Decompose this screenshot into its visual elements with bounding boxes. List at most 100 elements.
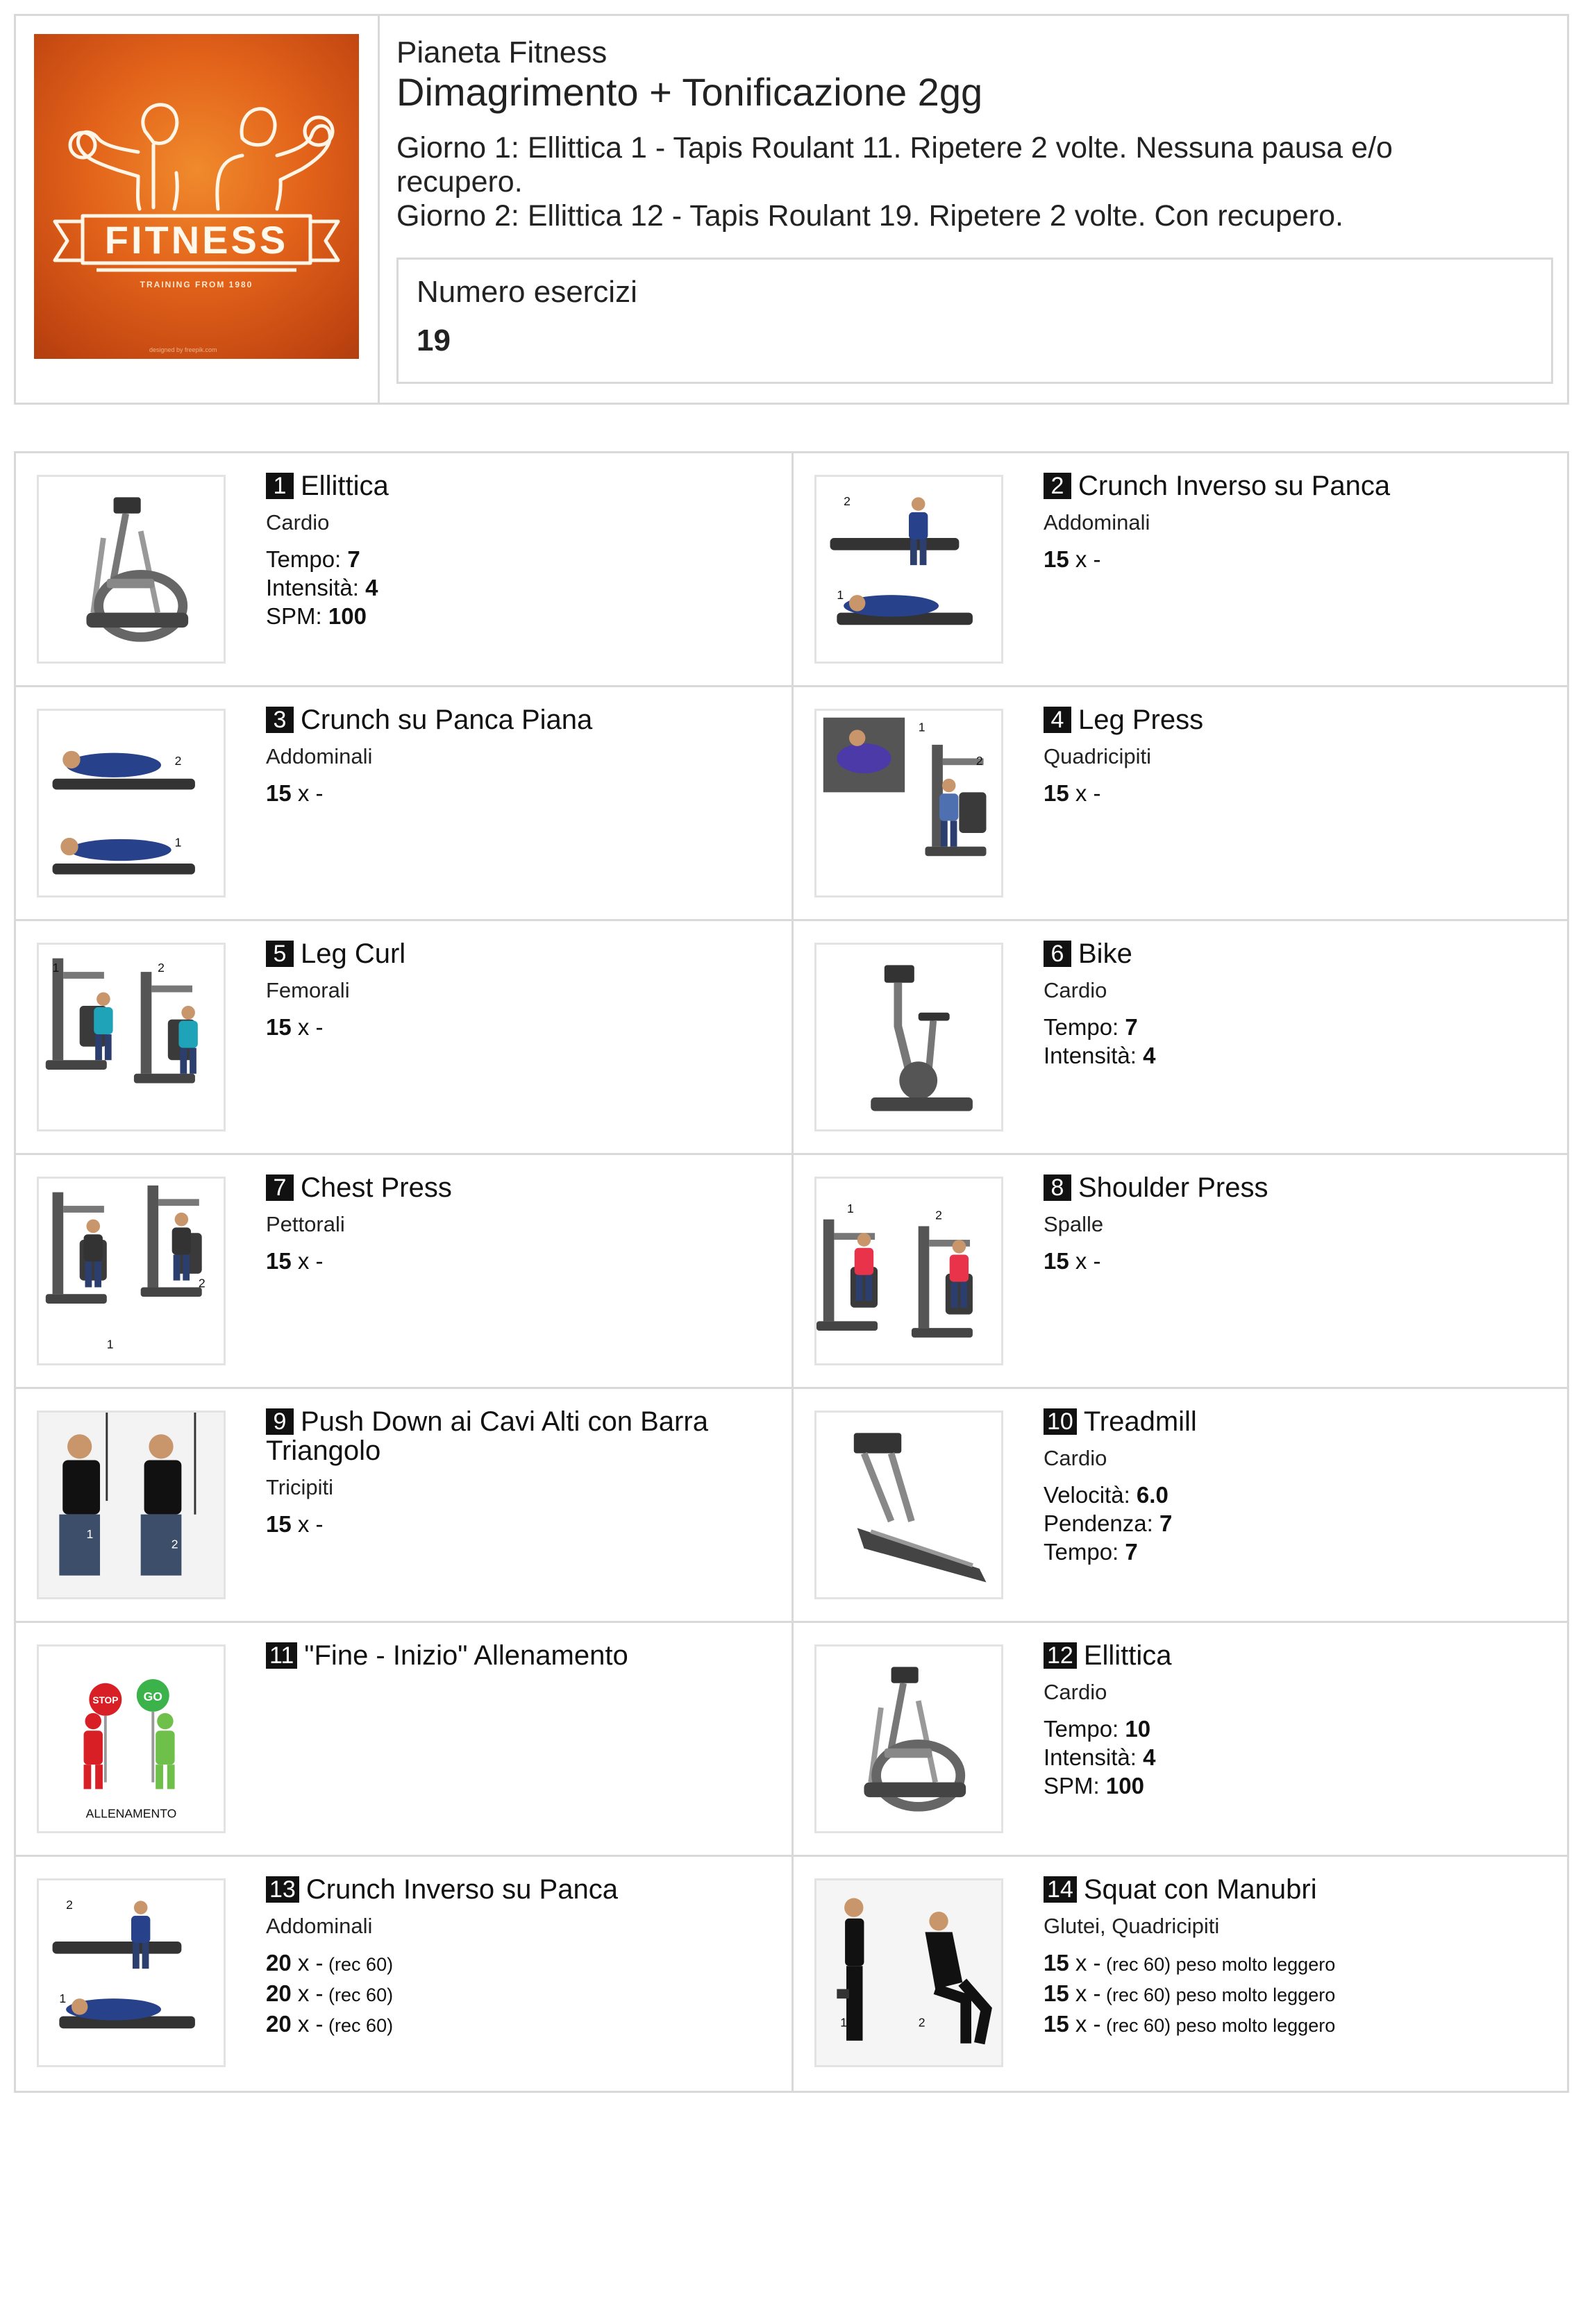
leg-curl-icon: 1 2	[45, 958, 198, 1084]
day1-description: Giorno 1: Ellittica 1 - Tapis Roulant 11…	[396, 131, 1393, 199]
param-label: SPM:	[1044, 1773, 1106, 1799]
param-label: Velocità:	[1044, 1482, 1137, 1508]
exercise-meta: 8 Shoulder Press Spalle 15 x -	[1044, 1173, 1543, 1275]
logo-subtitle: TRAINING FROM 1980	[140, 280, 253, 289]
param-label: Tempo:	[1044, 1539, 1125, 1565]
exercise-param: 15 x -	[266, 1510, 766, 1538]
elliptical-icon	[86, 497, 189, 642]
exercise-thumbnail: 1 2	[814, 1177, 1003, 1365]
exercise-param: 15 x -	[266, 779, 766, 807]
exercise-card: 1 2 9 Push Down ai Cavi Alti con Barra Tr…	[16, 1389, 794, 1623]
exercise-param: Intensità: 4	[266, 573, 766, 602]
exercise-param: Intensità: 4	[1044, 1041, 1543, 1070]
svg-text:2: 2	[935, 1209, 942, 1222]
exercise-params: Tempo: 7 Intensità: 4	[1044, 1013, 1543, 1070]
exercise-title: 14 Squat con Manubri	[1044, 1875, 1543, 1904]
exercise-card: 1 2 4 Leg Press Quadricipiti 15 x -	[794, 687, 1569, 921]
logo-cell: FITNESS TRAINING FROM 1980 designed by f…	[16, 16, 380, 403]
exercise-params: 15 x -	[266, 779, 766, 807]
exercise-param: 15 x -	[1044, 545, 1543, 573]
exercise-card: 1 2 5 Leg Curl Femorali 15 x -	[16, 921, 794, 1155]
exercise-param: 15 x -	[1044, 1247, 1543, 1275]
exercise-title: 6 Bike	[1044, 939, 1543, 968]
svg-text:2: 2	[66, 1898, 73, 1912]
param-label: Tempo:	[1044, 1716, 1125, 1742]
svg-text:2: 2	[919, 2015, 925, 2029]
exercise-number-badge: 6	[1044, 941, 1071, 967]
svg-text:1: 1	[107, 1337, 114, 1351]
svg-text:1: 1	[175, 836, 182, 850]
plan-header-card: FITNESS TRAINING FROM 1980 designed by f…	[14, 14, 1569, 405]
crunch-icon: 2 1	[52, 750, 195, 875]
exercise-muscle-group: Cardio	[1044, 1680, 1107, 1704]
exercise-param: 20 x - (rec 60)	[266, 1979, 766, 2010]
param-value: 4	[1143, 1744, 1156, 1770]
param-value: 20	[266, 2011, 292, 2037]
exercise-param: Velocità: 6.0	[1044, 1481, 1543, 1509]
exercise-meta: 10 Treadmill Cardio Velocità: 6.0 Pendenz…	[1044, 1407, 1543, 1566]
exercise-title: 8 Shoulder Press	[1044, 1173, 1543, 1202]
exercise-params: 15 x -	[1044, 779, 1543, 807]
plan-description: Giorno 1: Ellittica 1 - Tapis Roulant 11…	[396, 131, 1507, 233]
logo-credit: designed by freepik.com	[149, 346, 217, 353]
exercise-muscle-group: Cardio	[1044, 978, 1107, 1002]
exercise-meta: 9 Push Down ai Cavi Alti con Barra Triang…	[266, 1407, 766, 1538]
exercise-name: Crunch su Panca Piana	[301, 705, 593, 735]
exercise-params: Tempo: 10 Intensità: 4 SPM: 100	[1044, 1715, 1543, 1800]
treadmill-icon	[853, 1433, 987, 1583]
exercise-name: Crunch Inverso su Panca	[1078, 471, 1391, 501]
plan-title: Dimagrimento + Tonificazione 2gg	[396, 70, 983, 114]
param-value: 7	[1125, 1014, 1138, 1040]
svg-text:2: 2	[175, 754, 182, 768]
param-label: Pendenza:	[1044, 1510, 1159, 1536]
exercise-muscle-group: Addominali	[266, 1914, 373, 1938]
param-value: 4	[1143, 1043, 1156, 1068]
exercise-number-badge: 10	[1044, 1408, 1077, 1435]
exercise-muscle-group: Pettorali	[266, 1212, 345, 1236]
leg-press-icon: 1 2	[823, 717, 987, 857]
svg-text:GO: GO	[144, 1690, 162, 1703]
param-value: 15	[266, 780, 292, 806]
exercise-name: Squat con Manubri	[1083, 1874, 1317, 1905]
svg-text:1: 1	[847, 1202, 854, 1215]
reverse-crunch-icon: 2 1	[52, 1898, 195, 2029]
exercise-meta: 2 Crunch Inverso su Panca Addominali 15 x…	[1044, 471, 1543, 573]
exercise-title: 13 Crunch Inverso su Panca	[266, 1875, 766, 1904]
exercise-title: 1 Ellittica	[266, 471, 766, 500]
param-value: 20	[266, 1950, 292, 1976]
exercise-count-box: Numero esercizi 19	[396, 258, 1553, 384]
param-label: Intensità:	[1044, 1043, 1144, 1068]
param-value: 15	[1044, 780, 1069, 806]
exercise-card: 2 1 2 Crunch Inverso su Panca Addominali …	[794, 453, 1569, 687]
cable-pushdown-icon: 1 2	[39, 1413, 224, 1597]
param-extra: peso molto leggero	[1171, 1954, 1336, 1975]
dumbbell-squat-icon: 1 2	[816, 1880, 1001, 2065]
exercise-meta: 14 Squat con Manubri Glutei, Quadricipiti…	[1044, 1875, 1543, 2040]
param-label: x -	[1069, 1248, 1101, 1274]
exercise-name: Leg Curl	[301, 938, 406, 969]
fitness-logo: FITNESS TRAINING FROM 1980 designed by f…	[34, 34, 359, 359]
svg-text:1: 1	[837, 588, 844, 602]
param-value: 7	[1159, 1510, 1173, 1536]
param-value: 7	[347, 546, 360, 572]
exercise-thumbnail: 1 2	[37, 1411, 226, 1599]
exercise-meta: 7 Chest Press Pettorali 15 x -	[266, 1173, 766, 1275]
exercise-thumbnail: 1 2	[37, 1177, 226, 1365]
exercise-name: Chest Press	[301, 1172, 452, 1203]
exercise-meta: 1 Ellittica Cardio Tempo: 7 Intensità: 4 …	[266, 471, 766, 630]
param-value: 15	[1044, 2011, 1069, 2037]
exercise-meta: 12 Ellittica Cardio Tempo: 10 Intensità: …	[1044, 1641, 1543, 1800]
exercise-thumbnail: STOP GO ALLENAMENTO	[37, 1644, 226, 1833]
svg-text:STOP: STOP	[92, 1695, 118, 1706]
svg-text:2: 2	[199, 1276, 206, 1290]
exercise-thumbnail	[814, 1411, 1003, 1599]
param-value: 15	[266, 1511, 292, 1537]
param-label: Intensità:	[266, 575, 366, 600]
exercise-name: "Fine - Inizio" Allenamento	[304, 1640, 628, 1671]
plan-info: Pianeta Fitness Dimagrimento + Tonificaz…	[380, 16, 1567, 403]
param-extra: peso molto leggero	[1171, 1985, 1336, 2005]
exercise-meta: 5 Leg Curl Femorali 15 x -	[266, 939, 766, 1041]
stop-go-icon: STOP GO ALLENAMENTO	[83, 1678, 176, 1820]
svg-text:1: 1	[840, 2015, 847, 2029]
brand-name: Pianeta Fitness	[396, 35, 608, 69]
